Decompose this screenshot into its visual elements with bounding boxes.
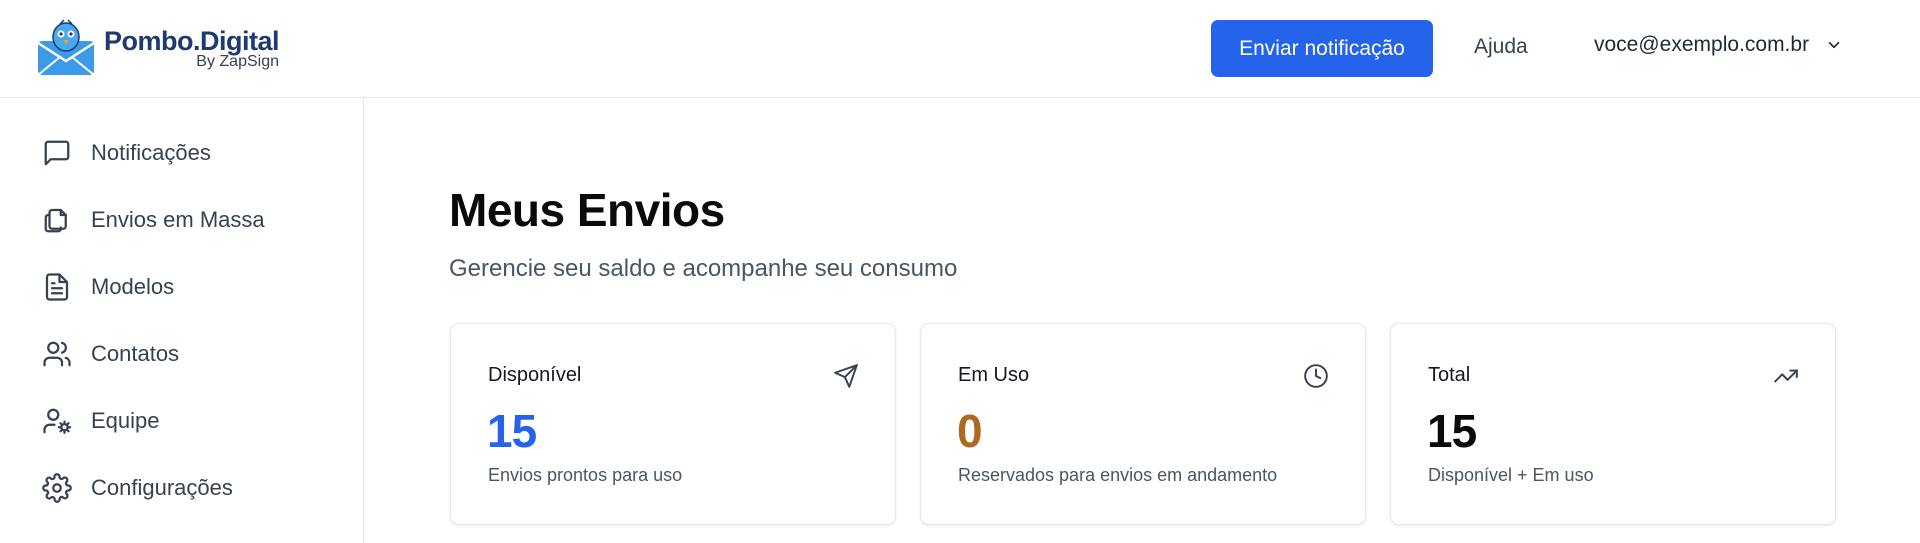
sidebar-item-envios-em-massa[interactable]: Envios em Massa <box>42 200 265 240</box>
send-icon <box>834 364 858 388</box>
card-value: 0 <box>957 405 983 457</box>
sidebar: Notificações Envios em Massa Modelos Con… <box>0 98 364 543</box>
brand-name: Pombo.Digital <box>104 26 280 56</box>
help-link[interactable]: Ajuda <box>1474 35 1528 59</box>
copy-files-icon <box>44 208 67 233</box>
card-description: Envios prontos para uso <box>488 465 683 485</box>
message-square-icon <box>44 140 70 166</box>
card-label: Disponível <box>488 364 582 386</box>
sidebar-item-label: Notificações <box>91 140 211 165</box>
sidebar-item-label: Configurações <box>91 475 233 500</box>
envelope-bird-logo-icon <box>37 19 95 76</box>
brand-logo[interactable]: Pombo.Digital By ZapSign <box>36 19 280 77</box>
card-description: Disponível + Em uso <box>1428 465 1594 485</box>
sidebar-item-notificacoes[interactable]: Notificações <box>42 133 211 173</box>
sidebar-item-contatos[interactable]: Contatos <box>42 334 179 374</box>
card-disponivel: Disponível 15 Envios prontos para uso <box>450 323 896 525</box>
top-header: Pombo.Digital By ZapSign Enviar notifica… <box>0 0 1920 98</box>
send-notification-button[interactable]: Enviar notificação <box>1211 20 1433 77</box>
users-icon <box>43 341 71 367</box>
card-description: Reservados para envios em andamento <box>958 465 1278 485</box>
sidebar-item-label: Modelos <box>91 274 175 299</box>
card-label: Em Uso <box>958 364 1030 386</box>
user-menu[interactable]: voce@exemplo.com.br <box>1594 33 1843 57</box>
sidebar-item-equipe[interactable]: Equipe <box>42 401 160 441</box>
brand-subtitle: By ZapSign <box>196 53 279 70</box>
card-label: Total <box>1428 364 1471 386</box>
sidebar-item-label: Envios em Massa <box>91 207 265 232</box>
sidebar-item-label: Contatos <box>91 341 180 366</box>
gear-icon <box>42 473 72 503</box>
sidebar-item-label: Equipe <box>91 408 160 433</box>
card-value: 15 <box>1427 405 1477 457</box>
page-subtitle: Gerencie seu saldo e acompanhe seu consu… <box>449 255 958 282</box>
file-text-icon <box>45 273 69 301</box>
user-cog-icon <box>43 408 72 434</box>
trending-up-icon <box>1774 369 1798 383</box>
user-email: voce@exemplo.com.br <box>1594 33 1810 56</box>
sidebar-item-configuracoes[interactable]: Configurações <box>42 468 233 508</box>
page-title: Meus Envios <box>449 184 725 236</box>
card-value: 15 <box>487 405 537 457</box>
card-em-uso: Em Uso 0 Reservados para envios em andam… <box>920 323 1366 525</box>
card-total: Total 15 Disponível + Em uso <box>1390 323 1836 525</box>
clock-icon <box>1304 364 1328 388</box>
chevron-down-icon <box>1828 41 1840 49</box>
sidebar-item-modelos[interactable]: Modelos <box>42 267 174 307</box>
